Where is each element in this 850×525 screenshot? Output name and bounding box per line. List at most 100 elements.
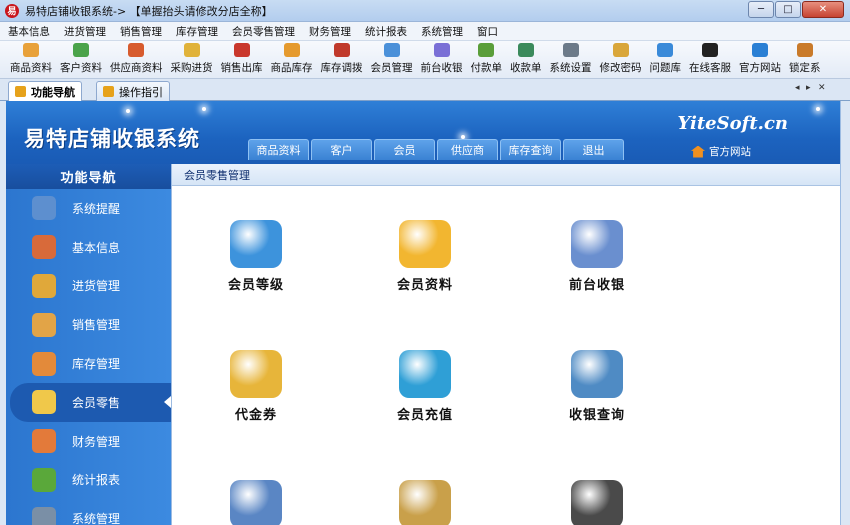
menu-member-retail[interactable]: 会员零售管理 (224, 24, 301, 39)
tab-next-icon[interactable]: ▸ (806, 83, 811, 93)
banner-tab-products[interactable]: 商品资料 (248, 139, 309, 160)
official-site-link[interactable]: 官方网站 (691, 144, 751, 159)
toolbar-button[interactable]: 付款单 (467, 43, 507, 78)
tools-icon (32, 506, 56, 525)
function-tile[interactable] (196, 480, 316, 525)
sidebar: 功能导航 系统提醒 基本信息进货管理销售管理库存管理 会员零售 财务管理统计报表系统管… (6, 164, 171, 525)
function-tile[interactable]: 代金券 (196, 350, 316, 423)
toolbar-button[interactable]: 商品库存 (267, 43, 317, 78)
toolbar-label: 问题库 (649, 62, 682, 74)
toolbar-button[interactable]: 采购进货 (167, 43, 217, 78)
password-icon (612, 43, 629, 57)
banner-brand: YiteSoft.cn (677, 113, 788, 134)
toolbar-button[interactable]: 问题库 (646, 43, 686, 78)
menu-basic-info[interactable]: 基本信息 (0, 24, 56, 39)
toolbar-label: 销售出库 (220, 62, 263, 74)
official-site-label: 官方网站 (709, 146, 751, 158)
banner-tab-stock-query[interactable]: 库存查询 (500, 139, 561, 160)
tab-prev-icon[interactable]: ◂ (795, 83, 800, 93)
sidebar-item-label: 销售管理 (72, 318, 121, 333)
qq-icon (702, 43, 718, 57)
function-tile-label: 收银查询 (568, 408, 625, 423)
warehouse-icon (32, 351, 56, 376)
toolbar-label: 供应商资料 (110, 62, 163, 74)
toolbar-button[interactable]: 官方网站 (735, 43, 785, 78)
sidebar-item-label: 进货管理 (72, 279, 121, 294)
toolbar-button[interactable]: 商品资料 (6, 43, 56, 78)
menu-reports[interactable]: 统计报表 (357, 24, 413, 39)
function-tile[interactable]: 会员充值 (365, 350, 485, 423)
sidebar-item[interactable]: 销售管理 (6, 305, 171, 344)
supplier-icon (128, 43, 145, 57)
maximize-button[interactable]: □ (775, 1, 801, 18)
toolbar-button[interactable]: 供应商资料 (106, 43, 167, 78)
function-tile[interactable] (537, 480, 657, 525)
transfer-icon (333, 43, 350, 57)
banner-tab-suppliers[interactable]: 供应商 (437, 139, 498, 160)
toolbar-button[interactable]: 销售出库 (217, 43, 267, 78)
function-tile[interactable] (365, 480, 485, 525)
sidebar-item[interactable]: 会员零售 (10, 382, 171, 422)
banner-tab-exit[interactable]: 退出 (563, 139, 624, 160)
purchase-icon (183, 43, 200, 57)
menu-window[interactable]: 窗口 (469, 24, 504, 39)
sidebar-item[interactable]: 系统管理 (6, 499, 171, 525)
tab-label: 功能导航 (31, 85, 75, 99)
banner-tab-members[interactable]: 会员 (374, 139, 435, 160)
function-tile[interactable]: 会员资料 (365, 220, 485, 293)
toolbar-label: 采购进货 (170, 62, 213, 74)
function-tile[interactable]: 前台收银 (537, 220, 657, 293)
sidebar-item[interactable]: 进货管理 (6, 267, 171, 306)
sidebar-item[interactable]: 库存管理 (6, 344, 171, 383)
sidebar-item-label: 统计报表 (72, 473, 121, 488)
function-tile[interactable]: 收银查询 (537, 350, 657, 423)
box-out-icon (32, 312, 56, 337)
stock-icon (283, 43, 300, 57)
sidebar-item[interactable]: 统计报表 (6, 461, 171, 500)
toolbar-label: 库存调拨 (320, 62, 363, 74)
window-title: 易特店铺收银系统-> 【单握抬头请修改分店全称】 (25, 4, 273, 18)
function-tile-label: 前台收银 (568, 278, 625, 293)
toolbar-label: 官方网站 (739, 62, 781, 74)
menu-sales[interactable]: 销售管理 (112, 24, 168, 39)
tab-close-icon[interactable]: ✕ (818, 83, 826, 93)
header-banner: 易特店铺收银系统 YiteSoft.cn 商品资料 客户 会员 供应商 库存查询… (6, 101, 840, 164)
sidebar-item[interactable]: 财务管理 (6, 422, 171, 461)
minimize-button[interactable]: ─ (748, 1, 774, 18)
cash-query-icon (571, 350, 623, 398)
tab-function-nav[interactable]: 功能导航 (8, 81, 82, 101)
toolbar-label: 锁定系 (789, 62, 821, 74)
tab-guide-icon (103, 86, 114, 97)
function-tile[interactable]: 会员等级 (196, 220, 316, 293)
menu-inventory[interactable]: 库存管理 (168, 24, 224, 39)
banner-tab-customers[interactable]: 客户 (311, 139, 372, 160)
toolbar-button[interactable]: 修改密码 (596, 43, 646, 78)
voucher-icon (230, 350, 282, 398)
cashier-icon (571, 220, 623, 268)
function-tile-label: 代金券 (234, 408, 277, 423)
home-icon (691, 145, 705, 158)
menu-system[interactable]: 系统管理 (413, 24, 469, 39)
sidebar-item[interactable]: 基本信息 (6, 228, 171, 267)
menu-finance[interactable]: 财务管理 (301, 24, 357, 39)
box-in-icon (32, 273, 56, 298)
toolbar-button[interactable]: 会员管理 (367, 43, 417, 78)
toolbar-button[interactable]: 系统设置 (546, 43, 596, 78)
toolbar-button[interactable]: 锁定系 (785, 43, 825, 78)
window-controls: ─ □ ✕ (748, 1, 844, 18)
toolbar-label: 付款单 (470, 62, 503, 74)
toolbar-label: 商品库存 (270, 62, 313, 74)
toolbar-button[interactable]: 前台收银 (417, 43, 467, 78)
toolbar-button[interactable]: 客户资料 (56, 43, 106, 78)
sidebar-item[interactable]: 系统提醒 (6, 189, 171, 228)
toolbar-button[interactable]: 库存调拨 (317, 43, 367, 78)
toolbar: 商品资料 客户资料 供应商资料 采购进货 销售出库 商品库存 库存调拨 会员管理 前台收银 付款单… (0, 41, 850, 79)
sidebar-header: 功能导航 (6, 164, 171, 189)
tab-operation-guide[interactable]: 操作指引 (96, 81, 170, 101)
customer-icon (73, 43, 89, 57)
toolbar-button[interactable]: 收款单 (506, 43, 546, 78)
menu-purchase[interactable]: 进货管理 (56, 24, 112, 39)
users-icon (571, 480, 623, 525)
close-button[interactable]: ✕ (802, 1, 844, 18)
toolbar-button[interactable]: 在线客服 (685, 43, 735, 78)
